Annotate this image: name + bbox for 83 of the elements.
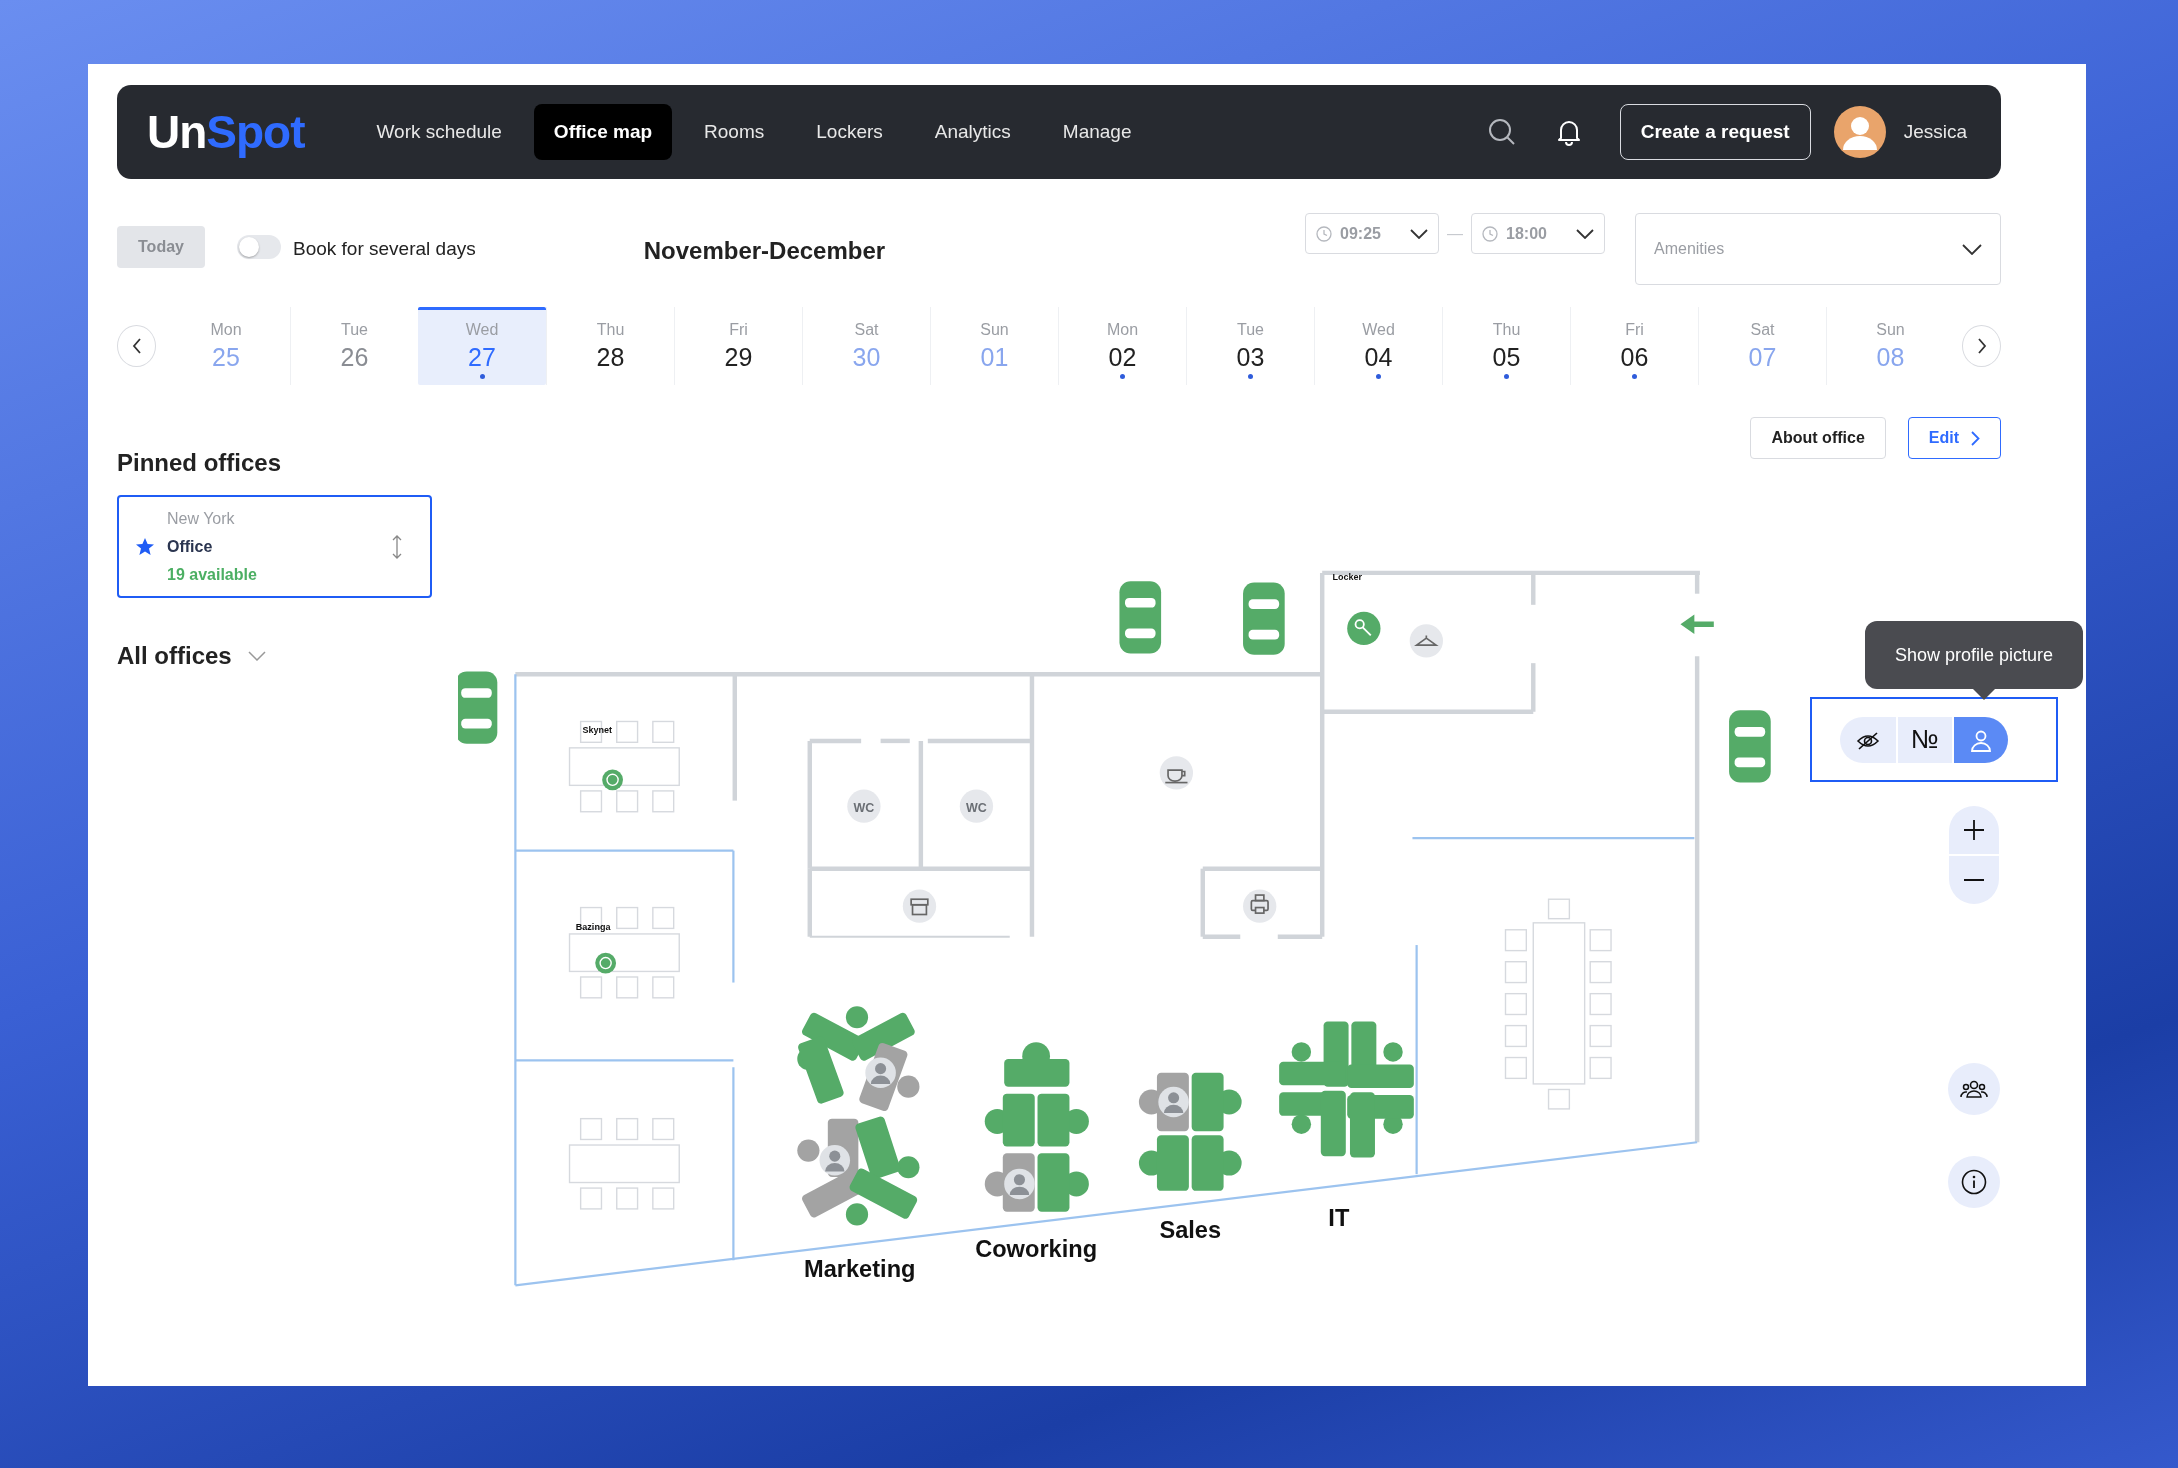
previous-button[interactable] — [117, 325, 156, 367]
office-city: New York — [167, 508, 236, 529]
toggle-label: Book for several days — [293, 237, 476, 261]
team-button[interactable] — [1948, 1063, 2000, 1115]
seat-icon — [602, 769, 623, 791]
office-card[interactable]: New York Office 19 available — [117, 495, 432, 598]
restroom-label: WC — [966, 800, 987, 815]
chevron-down-icon — [1410, 228, 1428, 239]
desk-cluster-drawing[interactable] — [984, 1042, 1089, 1212]
nav-tab[interactable]: Analytics — [914, 103, 1031, 161]
zone-label: IT — [1328, 1204, 1350, 1231]
zone-label: Sales — [1159, 1217, 1222, 1244]
eye-slash-icon — [1856, 731, 1880, 752]
chevron-down-icon — [1962, 243, 1982, 255]
chevron-right-icon — [1976, 338, 1987, 354]
nav-tab[interactable]: Manage — [1042, 103, 1152, 161]
zone-label: Coworking — [975, 1236, 1098, 1263]
zone-label: Marketing — [804, 1255, 916, 1282]
clock-icon — [1482, 225, 1498, 242]
zoom-in-button[interactable] — [1949, 806, 1999, 854]
logo[interactable]: UnSpot — [147, 97, 305, 167]
number-button[interactable]: № — [1896, 716, 1952, 763]
action-button[interactable]: Edit — [1907, 417, 2001, 459]
seat-icon — [595, 952, 617, 974]
day-cell[interactable]: Mon 02 — [1058, 307, 1186, 385]
all-offices-toggle[interactable]: All offices — [117, 638, 266, 674]
tooltip-pointer — [1973, 689, 1995, 700]
room-label: Skynet — [582, 724, 613, 735]
people-icon — [1960, 1079, 1988, 1099]
hanger-icon — [1409, 624, 1443, 658]
room-label: Locker — [1332, 571, 1362, 582]
user-avatar[interactable] — [1833, 106, 1886, 158]
coffee-cup-icon — [1159, 756, 1194, 790]
toggle-switch[interactable] — [237, 235, 281, 259]
tooltip: Show profile picture — [1865, 621, 2083, 689]
desk-cluster-drawing[interactable] — [1138, 1072, 1242, 1191]
chevron-left-icon — [131, 338, 142, 354]
car-icon — [1119, 581, 1162, 654]
car-icon — [1729, 710, 1771, 783]
desk-cluster-drawing[interactable] — [1279, 1021, 1414, 1158]
reorder-icon — [392, 534, 402, 559]
search-icon[interactable] — [1487, 118, 1516, 146]
create-request-button[interactable]: Create a request — [1619, 103, 1811, 161]
clock-icon — [1316, 225, 1332, 242]
car-icon — [458, 671, 498, 744]
profile-picture-button[interactable] — [1952, 716, 2008, 763]
arrow-icon — [1680, 614, 1714, 634]
archive-box-icon — [902, 889, 937, 923]
action-button[interactable]: About office — [1750, 417, 1886, 459]
minus-icon — [1963, 878, 1985, 882]
nav-tab[interactable]: Work schedule — [356, 103, 522, 161]
person-icon — [1969, 729, 1993, 754]
nav-tab[interactable]: Office map — [533, 103, 673, 161]
printer-icon — [1243, 889, 1277, 923]
user-name[interactable]: Jessica — [1903, 117, 1967, 147]
restroom-label: WC — [853, 800, 875, 815]
nav-tab[interactable]: Rooms — [684, 103, 785, 161]
room-label: Bazinga — [575, 921, 611, 932]
desk-cluster-drawing[interactable] — [796, 1006, 920, 1226]
day-cell[interactable]: Thu 05 — [1442, 307, 1570, 385]
chevron-right-icon — [1971, 430, 1980, 446]
office-name: Office — [167, 536, 214, 557]
bell-icon[interactable] — [1555, 118, 1582, 146]
section-title: Pinned offices — [117, 448, 283, 478]
time-separator: — — [1447, 223, 1463, 244]
car-icon — [1243, 582, 1285, 655]
key-icon — [1347, 611, 1381, 646]
info-button[interactable] — [1948, 1156, 2000, 1208]
day-cell[interactable]: Tue 03 — [1186, 307, 1314, 385]
nav-tab[interactable]: Lockers — [796, 103, 903, 161]
day-cell[interactable]: Thu 28 — [546, 307, 674, 385]
chevron-icon — [247, 651, 266, 661]
hide-button[interactable] — [1840, 716, 1896, 763]
day-cell[interactable]: Wed 27 — [418, 307, 546, 385]
day-cell[interactable]: Fri 06 — [1570, 307, 1698, 385]
chevron-down-icon — [1576, 228, 1594, 239]
availability-count: 19 available — [167, 564, 258, 585]
period-title: November-December — [643, 236, 886, 266]
day-cell[interactable]: Fri 29 — [674, 307, 802, 385]
next-button[interactable] — [1962, 325, 2001, 367]
info-icon — [1961, 1169, 1987, 1195]
day-cell[interactable]: Wed 04 — [1314, 307, 1442, 385]
plus-icon — [1963, 819, 1985, 841]
